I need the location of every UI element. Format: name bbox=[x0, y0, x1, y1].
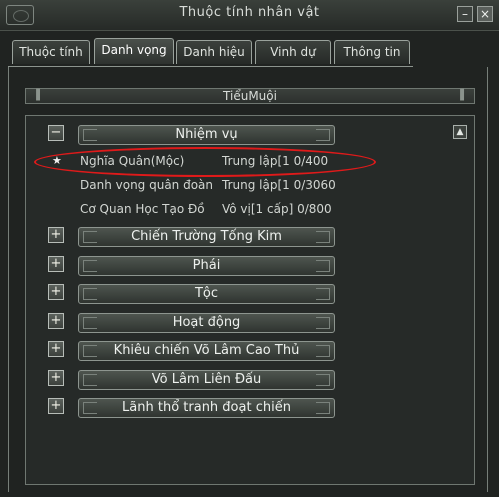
reputation-name: Danh vọng quân đoàn bbox=[80, 178, 214, 192]
title-bar[interactable]: Thuộc tính nhân vật – × bbox=[0, 0, 499, 31]
close-button[interactable]: × bbox=[477, 6, 493, 22]
expand-toggle-icon[interactable]: + bbox=[48, 370, 64, 386]
reputation-status: Trung lập[1 0/3060 bbox=[222, 178, 336, 192]
reputation-status: Trung lập[1 0/400 bbox=[222, 154, 329, 168]
expand-toggle-icon[interactable]: + bbox=[48, 227, 64, 243]
reputation-status: Vô vị[1 cấp] 0/800 bbox=[222, 202, 332, 216]
expand-toggle-icon[interactable]: + bbox=[48, 256, 64, 272]
star-icon: ★ bbox=[52, 154, 62, 167]
expand-toggle-icon[interactable]: + bbox=[48, 313, 64, 329]
expand-toggle-icon[interactable]: + bbox=[48, 284, 64, 300]
character-attributes-window: Thuộc tính nhân vật – × Thuộc tính Danh … bbox=[0, 0, 499, 497]
collapse-toggle-icon[interactable]: − bbox=[48, 125, 64, 141]
tab-titles[interactable]: Danh hiệu bbox=[176, 40, 252, 64]
category-faction[interactable]: Phái bbox=[78, 256, 335, 276]
expand-toggle-icon[interactable]: + bbox=[48, 341, 64, 357]
category-song-jin-battlefield[interactable]: Chiến Trường Tống Kim bbox=[78, 227, 335, 247]
scroll-up-icon[interactable]: ▲ bbox=[453, 125, 467, 139]
category-territory-war[interactable]: Lãnh thổ tranh đoạt chiến bbox=[78, 398, 335, 418]
reputation-row[interactable]: ★ Nghĩa Quân(Mộc) Trung lập[1 0/400 bbox=[52, 152, 382, 170]
reputation-name: Cơ Quan Học Tạo Đồ bbox=[80, 202, 205, 216]
reputation-row[interactable]: Danh vọng quân đoàn Trung lập[1 0/3060 bbox=[52, 176, 382, 194]
tab-reputation[interactable]: Danh vọng bbox=[94, 38, 174, 64]
reputation-name: Nghĩa Quân(Mộc) bbox=[80, 154, 185, 168]
category-league[interactable]: Võ Lâm Liên Đấu bbox=[78, 370, 335, 390]
left-ornament-icon: ▐ bbox=[32, 90, 40, 101]
reputation-row[interactable]: Cơ Quan Học Tạo Đồ Vô vị[1 cấp] 0/800 bbox=[52, 200, 382, 218]
expand-toggle-icon[interactable]: + bbox=[48, 398, 64, 414]
right-ornament-icon: ▌ bbox=[460, 90, 468, 101]
character-name: TiểuMuội bbox=[223, 89, 277, 103]
character-name-bar: ▐ TiểuMuội ▌ bbox=[25, 88, 475, 104]
window-title: Thuộc tính nhân vật bbox=[179, 5, 320, 20]
category-activities[interactable]: Hoạt động bbox=[78, 313, 335, 333]
minimize-button[interactable]: – bbox=[457, 6, 473, 22]
category-master-challenge[interactable]: Khiêu chiến Võ Lâm Cao Thủ bbox=[78, 341, 335, 361]
category-quests[interactable]: Nhiệm vụ bbox=[78, 125, 335, 145]
tab-info[interactable]: Thông tin bbox=[334, 40, 410, 64]
category-clan[interactable]: Tộc bbox=[78, 284, 335, 304]
tab-honor[interactable]: Vinh dự bbox=[255, 40, 331, 64]
tab-attributes[interactable]: Thuộc tính bbox=[12, 40, 90, 64]
